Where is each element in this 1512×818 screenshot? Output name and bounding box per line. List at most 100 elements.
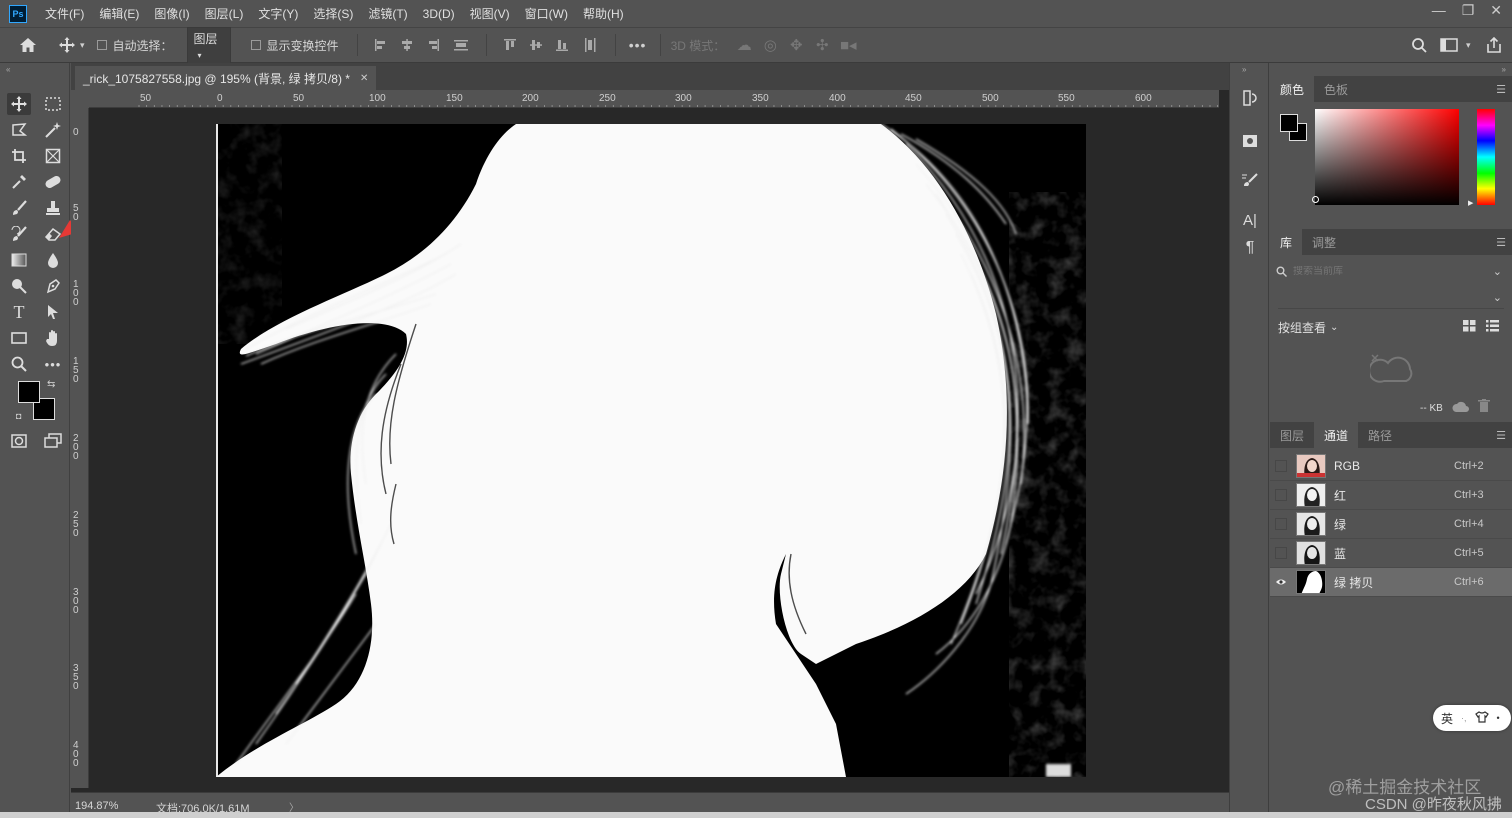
screen-mode-icon[interactable]	[41, 430, 65, 452]
panel-menu-icon[interactable]: ☰	[1496, 429, 1506, 442]
channel-row-blue[interactable]: 蓝 Ctrl+5	[1270, 539, 1512, 568]
minimize-button[interactable]: —	[1432, 2, 1446, 19]
ime-more-icon[interactable]: •	[1497, 713, 1500, 723]
type-tool-icon[interactable]: T	[7, 301, 31, 323]
default-colors-icon[interactable]: ◘	[16, 411, 21, 421]
visibility-toggle[interactable]	[1270, 510, 1292, 539]
move-tool-icon[interactable]	[7, 93, 31, 115]
paragraph-panel-icon[interactable]: ¶	[1238, 237, 1262, 259]
marquee-tool-icon[interactable]	[41, 93, 65, 115]
search-icon[interactable]	[1411, 37, 1427, 53]
home-icon[interactable]	[18, 37, 38, 53]
view-by-group-dropdown[interactable]: 按组查看 ⌄	[1278, 319, 1338, 336]
menu-3d[interactable]: 3D(D)	[423, 7, 455, 21]
visibility-toggle[interactable]	[1270, 481, 1292, 510]
share-icon[interactable]	[1486, 36, 1502, 54]
tab-layers[interactable]: 图层	[1270, 422, 1314, 448]
close-icon[interactable]: ✕	[360, 73, 368, 84]
tab-paths[interactable]: 路径	[1358, 422, 1402, 448]
panel-menu-icon[interactable]: ☰	[1496, 83, 1506, 96]
zoom-level[interactable]: 194.87%	[75, 800, 118, 812]
menu-select[interactable]: 选择(S)	[313, 5, 353, 22]
quick-mask-icon[interactable]	[7, 430, 31, 452]
color-picker-handle[interactable]	[1312, 196, 1319, 203]
menu-help[interactable]: 帮助(H)	[583, 5, 624, 22]
blur-tool-icon[interactable]	[41, 249, 65, 271]
collapse-icon[interactable]: »	[1242, 65, 1246, 74]
distribute-icon[interactable]	[446, 38, 476, 52]
cloud-sync-icon[interactable]	[1452, 401, 1470, 416]
menu-view[interactable]: 视图(V)	[470, 5, 510, 22]
close-window-button[interactable]: ✕	[1490, 2, 1502, 19]
tab-adjustments[interactable]: 调整	[1302, 229, 1346, 255]
pen-tool-icon[interactable]	[41, 275, 65, 297]
gradient-tool-icon[interactable]	[7, 249, 31, 271]
lasso-tool-icon[interactable]	[7, 119, 31, 141]
chevron-down-icon[interactable]: ▾	[1466, 40, 1471, 51]
restore-button[interactable]: ❐	[1462, 2, 1475, 19]
history-panel-icon[interactable]	[1238, 87, 1262, 109]
hue-slider[interactable]	[1477, 109, 1495, 205]
document-canvas[interactable]	[216, 124, 1086, 777]
menu-edit[interactable]: 编辑(E)	[99, 5, 139, 22]
ime-mode-label[interactable]: 英	[1441, 710, 1453, 727]
path-selection-icon[interactable]	[41, 301, 65, 323]
zoom-tool-icon[interactable]	[7, 353, 31, 375]
properties-panel-icon[interactable]	[1238, 129, 1262, 151]
visibility-toggle[interactable]	[1270, 539, 1292, 568]
chevron-down-icon[interactable]: ⌄	[1493, 265, 1502, 278]
workspace-icon[interactable]	[1440, 38, 1458, 52]
foreground-color-swatch[interactable]	[18, 381, 40, 403]
character-panel-icon[interactable]: A|	[1238, 209, 1262, 231]
checkbox-box[interactable]	[96, 40, 107, 50]
brush-settings-icon[interactable]	[1238, 169, 1262, 191]
more-tools-icon[interactable]: •••	[41, 353, 65, 375]
grid-view-icon[interactable]	[1463, 320, 1476, 335]
menu-filter[interactable]: 滤镜(T)	[368, 5, 407, 22]
crop-tool-icon[interactable]	[7, 145, 31, 167]
brush-tool-icon[interactable]	[7, 197, 31, 219]
swap-colors-icon[interactable]: ⇆	[47, 379, 55, 390]
visibility-toggle[interactable]	[1270, 452, 1292, 481]
auto-select-checkbox[interactable]: 自动选择：	[96, 37, 173, 54]
channel-row-green-copy[interactable]: 绿 拷贝 Ctrl+6	[1270, 568, 1512, 597]
tab-swatches[interactable]: 色板	[1314, 76, 1358, 102]
library-search-input[interactable]	[1293, 265, 1483, 277]
dodge-tool-icon[interactable]	[7, 275, 31, 297]
list-view-icon[interactable]	[1486, 320, 1499, 335]
tab-color[interactable]: 颜色	[1270, 76, 1315, 102]
align-left-icon[interactable]	[368, 38, 394, 52]
more-options-icon[interactable]: •••	[626, 37, 650, 53]
chevron-down-icon[interactable]: ⌄	[1493, 291, 1502, 304]
chevron-down-icon[interactable]: ▾	[80, 40, 85, 51]
hand-tool-icon[interactable]	[41, 327, 65, 349]
collapse-icon[interactable]: «	[6, 65, 10, 74]
ime-skin-icon[interactable]	[1474, 710, 1489, 726]
ime-toolbar[interactable]: 英 ·, •	[1433, 705, 1511, 731]
menu-image[interactable]: 图像(I)	[154, 5, 189, 22]
trash-icon[interactable]	[1478, 399, 1490, 415]
channel-row-red[interactable]: 红 Ctrl+3	[1270, 481, 1512, 510]
rectangle-tool-icon[interactable]	[7, 327, 31, 349]
color-field[interactable]	[1315, 109, 1459, 205]
library-selector[interactable]: ⌄	[1278, 291, 1504, 309]
auto-select-target-dropdown[interactable]: 图层 ▾	[186, 26, 231, 64]
menu-window[interactable]: 窗口(W)	[525, 5, 568, 22]
frame-tool-icon[interactable]	[41, 145, 65, 167]
collapse-icon[interactable]: »	[1502, 65, 1506, 74]
menu-layer[interactable]: 图层(L)	[205, 5, 244, 22]
checkbox-box[interactable]	[250, 40, 261, 50]
move-tool-icon[interactable]	[58, 36, 76, 54]
distribute-vertical-icon[interactable]	[575, 37, 605, 53]
tab-channels[interactable]: 通道	[1314, 422, 1359, 448]
history-brush-icon[interactable]	[7, 223, 31, 245]
channel-row-rgb[interactable]: RGB Ctrl+2	[1270, 452, 1512, 481]
tab-libraries[interactable]: 库	[1270, 229, 1303, 255]
hue-slider-handle[interactable]: ▶	[1468, 199, 1473, 207]
show-transform-checkbox[interactable]: 显示变换控件	[250, 37, 339, 54]
menu-type[interactable]: 文字(Y)	[258, 5, 298, 22]
channel-row-green[interactable]: 绿 Ctrl+4	[1270, 510, 1512, 539]
panel-menu-icon[interactable]: ☰	[1496, 236, 1506, 249]
eye-icon[interactable]	[1270, 568, 1292, 597]
align-top-icon[interactable]	[497, 38, 523, 52]
